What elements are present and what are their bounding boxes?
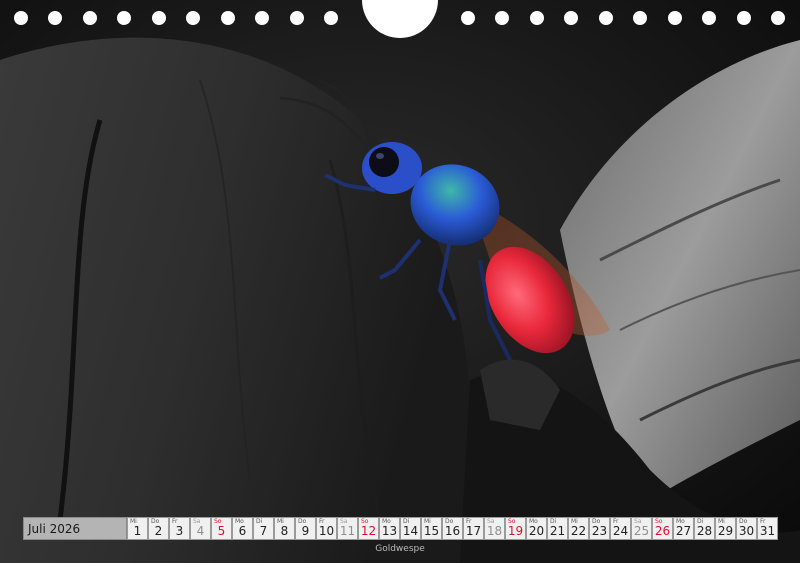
day-number: 4: [196, 524, 205, 538]
day-cell: Mo 20: [526, 517, 547, 540]
month-label: Juli 2026: [23, 517, 127, 540]
day-number: 12: [360, 524, 377, 538]
days-row: Mi 1 Do 2 Fr 3 Sa 4 So 5 Mo 6 Di 7 Mi 8 Do 9 Fr 10 Sa 11 So 12 M…: [127, 517, 778, 540]
day-number: 6: [238, 524, 247, 538]
day-number: 2: [154, 524, 163, 538]
day-cell: Do 23: [589, 517, 610, 540]
day-cell: Mi 8: [274, 517, 295, 540]
day-cell: Fr 31: [757, 517, 778, 540]
binding-hole: [530, 11, 544, 25]
day-number: 16: [444, 524, 461, 538]
day-cell: Sa 11: [337, 517, 358, 540]
day-cell: Di 14: [400, 517, 421, 540]
calendar-page: Juli 2026 Mi 1 Do 2 Fr 3 Sa 4 So 5 Mo 6 Di 7 Mi 8 Do 9 Fr 1…: [0, 0, 800, 563]
day-number: 3: [175, 524, 184, 538]
day-number: 24: [612, 524, 629, 538]
hanger-hole: [362, 0, 438, 38]
binding-hole: [599, 11, 613, 25]
day-number: 23: [591, 524, 608, 538]
binding-hole: [14, 11, 28, 25]
binding-hole: [702, 11, 716, 25]
day-number: 18: [486, 524, 503, 538]
day-number: 30: [738, 524, 755, 538]
binding-hole: [633, 11, 647, 25]
day-number: 29: [717, 524, 734, 538]
binding-hole: [255, 11, 269, 25]
day-cell: Do 16: [442, 517, 463, 540]
day-number: 5: [217, 524, 226, 538]
binding-hole: [495, 11, 509, 25]
binding-hole: [221, 11, 235, 25]
day-cell: Fr 10: [316, 517, 337, 540]
day-number: 27: [675, 524, 692, 538]
day-cell: So 12: [358, 517, 379, 540]
day-number: 15: [423, 524, 440, 538]
day-cell: So 5: [211, 517, 232, 540]
day-number: 22: [570, 524, 587, 538]
day-number: 13: [381, 524, 398, 538]
calendar-strip: Juli 2026 Mi 1 Do 2 Fr 3 Sa 4 So 5 Mo 6 Di 7 Mi 8 Do 9 Fr 1…: [23, 517, 778, 540]
binding-hole: [48, 11, 62, 25]
binding-hole: [324, 11, 338, 25]
day-number: 8: [280, 524, 289, 538]
day-cell: So 26: [652, 517, 673, 540]
day-cell: Mi 22: [568, 517, 589, 540]
day-cell: Mo 13: [379, 517, 400, 540]
day-number: 17: [465, 524, 482, 538]
binding-hole: [461, 11, 475, 25]
day-number: 1: [133, 524, 142, 538]
binding-hole: [564, 11, 578, 25]
day-cell: Do 9: [295, 517, 316, 540]
binding-hole: [83, 11, 97, 25]
binding-hole: [771, 11, 785, 25]
day-cell: Mi 1: [127, 517, 148, 540]
photo-caption: Goldwespe: [375, 544, 425, 554]
day-cell: Sa 18: [484, 517, 505, 540]
day-cell: Di 7: [253, 517, 274, 540]
binding-hole: [668, 11, 682, 25]
binding-hole: [117, 11, 131, 25]
day-number: 19: [507, 524, 524, 538]
day-number: 25: [633, 524, 650, 538]
day-number: 10: [318, 524, 335, 538]
day-number: 14: [402, 524, 419, 538]
day-cell: Fr 17: [463, 517, 484, 540]
day-cell: Do 30: [736, 517, 757, 540]
day-cell: Di 21: [547, 517, 568, 540]
day-number: 9: [301, 524, 310, 538]
day-number: 20: [528, 524, 545, 538]
day-number: 31: [759, 524, 776, 538]
day-number: 28: [696, 524, 713, 538]
day-cell: Mo 27: [673, 517, 694, 540]
day-number: 21: [549, 524, 566, 538]
day-cell: So 19: [505, 517, 526, 540]
binding-hole: [290, 11, 304, 25]
binding-hole: [186, 11, 200, 25]
day-cell: Mo 6: [232, 517, 253, 540]
day-cell: Fr 24: [610, 517, 631, 540]
binding-hole: [152, 11, 166, 25]
binding-holes: [0, 0, 800, 40]
day-cell: Sa 25: [631, 517, 652, 540]
day-cell: Mi 15: [421, 517, 442, 540]
day-number: 11: [339, 524, 356, 538]
photo-goldwespe: [0, 0, 800, 563]
day-cell: Fr 3: [169, 517, 190, 540]
binding-hole: [737, 11, 751, 25]
day-cell: Sa 4: [190, 517, 211, 540]
day-cell: Do 2: [148, 517, 169, 540]
day-cell: Mi 29: [715, 517, 736, 540]
day-number: 7: [259, 524, 268, 538]
day-cell: Di 28: [694, 517, 715, 540]
day-number: 26: [654, 524, 671, 538]
